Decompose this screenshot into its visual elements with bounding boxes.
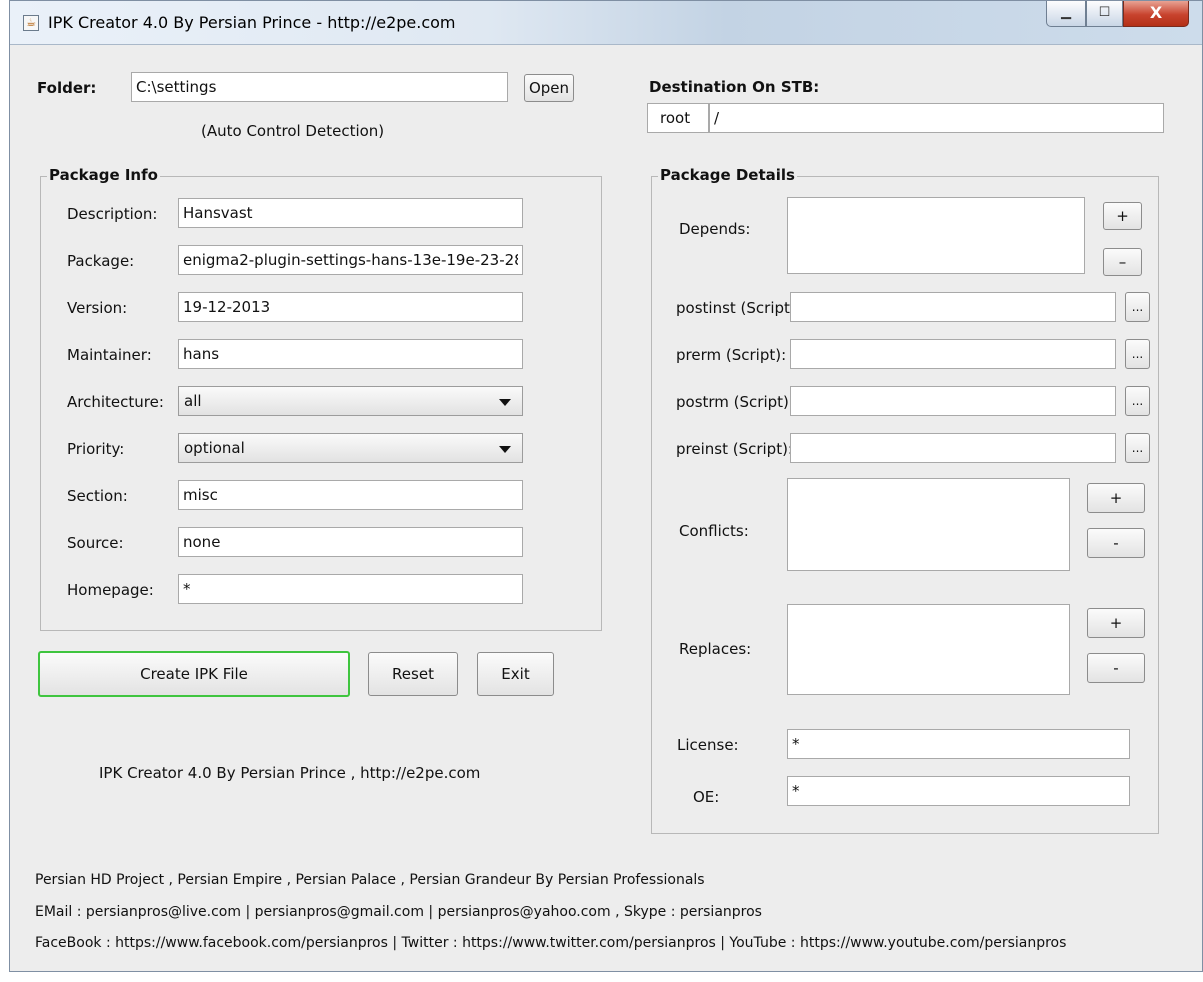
postinst-browse-button[interactable]: ... <box>1125 292 1150 322</box>
credit-text: IPK Creator 4.0 By Persian Prince , http… <box>99 764 481 782</box>
replaces-list[interactable] <box>787 604 1070 695</box>
description-label: Description: <box>67 205 158 223</box>
maintainer-label: Maintainer: <box>67 346 152 364</box>
java-app-icon: ☕ <box>23 15 39 31</box>
postrm-browse-button[interactable]: ... <box>1125 386 1150 416</box>
dropdown-arrow-icon <box>499 399 511 406</box>
window-title: IPK Creator 4.0 By Persian Prince - http… <box>48 13 456 32</box>
destination-label: Destination On STB: <box>649 78 820 96</box>
conflicts-label: Conflicts: <box>679 522 749 540</box>
package-label: Package: <box>67 252 135 270</box>
prerm-browse-button[interactable]: ... <box>1125 339 1150 369</box>
replaces-label: Replaces: <box>679 640 752 658</box>
auto-control-hint: (Auto Control Detection) <box>201 122 385 140</box>
replaces-add-button[interactable]: + <box>1087 608 1145 638</box>
close-button[interactable]: X <box>1123 1 1189 27</box>
preinst-browse-button[interactable]: ... <box>1125 433 1150 463</box>
source-label: Source: <box>67 534 124 552</box>
postrm-label: postrm (Script): <box>676 393 794 411</box>
architecture-label: Architecture: <box>67 393 164 411</box>
package-details-title: Package Details <box>658 166 797 184</box>
version-label: Version: <box>67 299 128 317</box>
exit-button[interactable]: Exit <box>477 652 554 696</box>
preinst-input[interactable] <box>790 433 1116 463</box>
dropdown-arrow-icon <box>499 446 511 453</box>
description-input[interactable] <box>178 198 523 228</box>
section-label: Section: <box>67 487 128 505</box>
open-folder-button[interactable]: Open <box>524 74 574 102</box>
maintainer-input[interactable] <box>178 339 523 369</box>
priority-value: optional <box>184 439 245 457</box>
package-input[interactable] <box>178 245 523 275</box>
postinst-label: postinst (Script): <box>676 299 801 317</box>
preinst-label: preinst (Script): <box>676 440 793 458</box>
architecture-value: all <box>184 392 202 410</box>
license-input[interactable] <box>787 729 1130 759</box>
reset-button[interactable]: Reset <box>368 652 458 696</box>
create-ipk-button[interactable]: Create IPK File <box>38 651 350 697</box>
depends-label: Depends: <box>679 220 751 238</box>
folder-label: Folder: <box>37 79 97 97</box>
license-label: License: <box>677 736 739 754</box>
depends-remove-button[interactable]: – <box>1103 248 1142 276</box>
footer-email-text: EMail : persianpros@live.com | persianpr… <box>35 904 762 920</box>
priority-select[interactable]: optional <box>178 433 523 463</box>
conflicts-list[interactable] <box>787 478 1070 571</box>
depends-add-button[interactable]: + <box>1103 202 1142 230</box>
maximize-button[interactable]: ☐ <box>1086 1 1123 27</box>
oe-input[interactable] <box>787 776 1130 806</box>
prerm-input[interactable] <box>790 339 1116 369</box>
version-input[interactable] <box>178 292 523 322</box>
conflicts-add-button[interactable]: + <box>1087 483 1145 513</box>
footer-projects-text: Persian HD Project , Persian Empire , Pe… <box>35 872 705 888</box>
homepage-input[interactable] <box>178 574 523 604</box>
conflicts-remove-button[interactable]: - <box>1087 528 1145 558</box>
section-input[interactable] <box>178 480 523 510</box>
oe-label: OE: <box>693 788 720 806</box>
title-bar[interactable]: ☕ IPK Creator 4.0 By Persian Prince - ht… <box>10 1 1202 45</box>
footer-social-text: FaceBook : https://www.facebook.com/pers… <box>35 935 1067 951</box>
replaces-remove-button[interactable]: - <box>1087 653 1145 683</box>
app-window: ☕ IPK Creator 4.0 By Persian Prince - ht… <box>9 0 1203 972</box>
priority-label: Priority: <box>67 440 125 458</box>
architecture-select[interactable]: all <box>178 386 523 416</box>
destination-root: root <box>647 103 709 133</box>
package-info-title: Package Info <box>47 166 160 184</box>
folder-input[interactable] <box>131 72 508 102</box>
source-input[interactable] <box>178 527 523 557</box>
main-content: Folder: Open (Auto Control Detection) De… <box>10 45 1202 971</box>
prerm-label: prerm (Script): <box>676 346 787 364</box>
homepage-label: Homepage: <box>67 581 154 599</box>
destination-path-input[interactable] <box>709 103 1164 133</box>
depends-list[interactable] <box>787 197 1085 274</box>
minimize-button[interactable]: ▁ <box>1046 1 1086 27</box>
postinst-input[interactable] <box>790 292 1116 322</box>
postrm-input[interactable] <box>790 386 1116 416</box>
